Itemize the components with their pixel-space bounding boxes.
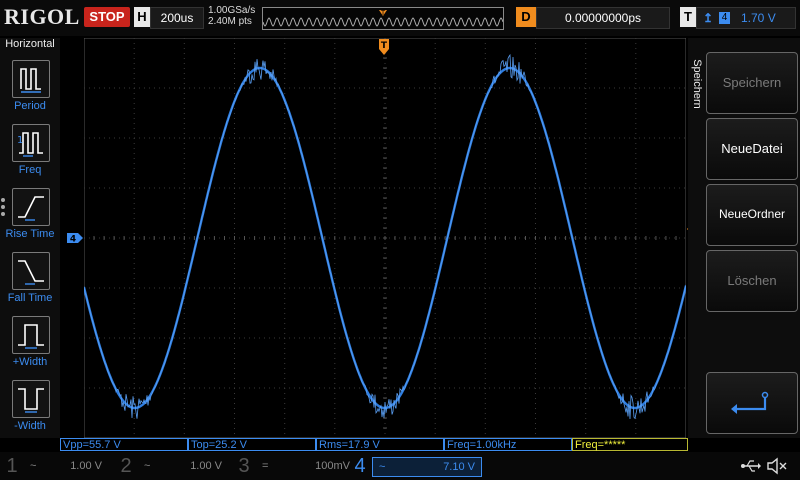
new-file-button-label: NeueDatei [721, 141, 783, 156]
sample-rate: 1.00GSa/s [208, 5, 256, 16]
measure-fall-time[interactable]: Fall Time [0, 252, 60, 314]
delay-badge: D [516, 7, 536, 27]
negative-width-icon [12, 380, 50, 418]
channel3-number: 3 [238, 455, 250, 477]
frequency-icon: 1 [12, 124, 50, 162]
measurement-bar: Vpp=55.7 V Top=25.2 V Rms=17.9 V Freq=1.… [60, 438, 688, 452]
frequency-label: Freq [18, 164, 42, 176]
channel4-offset-marker[interactable]: 4 [66, 232, 84, 244]
usb-icon [741, 460, 761, 472]
svg-text:4: 4 [70, 235, 76, 245]
measurement-freq-invalid[interactable]: Freq=***** [572, 438, 688, 451]
channel4-status[interactable]: 4 ~ 7.10 V [350, 455, 482, 477]
channel2-status[interactable]: 2 ~ 1.00 V [116, 455, 226, 477]
overview-wave: T [263, 9, 503, 27]
timebase-value[interactable]: 200us [150, 7, 204, 29]
new-folder-button[interactable]: NeueOrdner [706, 184, 798, 246]
trigger-settings[interactable]: ↥ 4 1.70 V [696, 7, 796, 29]
delay-value[interactable]: 0.00000000ps [536, 7, 670, 29]
measure-positive-width[interactable]: +Width [0, 316, 60, 378]
delete-button[interactable]: Löschen [706, 250, 798, 312]
timebase-badge: H [134, 7, 150, 27]
trigger-source: 4 [719, 12, 730, 24]
trigger-position-marker[interactable]: T [378, 38, 390, 56]
channel2-scale: 1.00 V [190, 460, 222, 472]
positive-width-label: +Width [12, 356, 48, 368]
channel-bar: 1 ~ 1.00 V 2 ~ 1.00 V 3 = 100mV 4 ~ 7.10… [0, 452, 800, 480]
channel3-coupling: = [262, 460, 269, 472]
channel1-coupling: ~ [30, 460, 37, 472]
save-menu: Speichern Speichern NeueDatei NeueOrdner… [688, 38, 800, 438]
channel3-status[interactable]: 3 = 100mV [234, 455, 350, 477]
channel1-number: 1 [6, 455, 18, 477]
measurement-vpp[interactable]: Vpp=55.7 V [60, 438, 188, 451]
fall-time-icon [12, 252, 50, 290]
period-icon [12, 60, 50, 98]
waveform-display[interactable] [84, 38, 686, 438]
measure-negative-width[interactable]: -Width [0, 380, 60, 442]
trigger-level: 1.70 V [741, 11, 776, 25]
measure-rise-time[interactable]: Rise Time [0, 188, 60, 250]
measure-frequency[interactable]: 1 Freq [0, 124, 60, 186]
new-file-button[interactable]: NeueDatei [706, 118, 798, 180]
channel4-coupling: ~ [379, 461, 386, 473]
menu-title: Horizontal [5, 38, 55, 50]
positive-width-icon [12, 316, 50, 354]
save-button-label: Speichern [722, 75, 782, 90]
measurement-freq[interactable]: Freq=1.00kHz [444, 438, 572, 451]
rise-time-label: Rise Time [5, 228, 55, 240]
enter-icon [731, 391, 769, 414]
channel4-number: 4 [354, 455, 366, 477]
run-stop-status[interactable]: STOP [84, 7, 130, 27]
channel1-status[interactable]: 1 ~ 1.00 V [2, 455, 112, 477]
rigol-logo: RIGOL [4, 4, 80, 29]
delete-button-label: Löschen [727, 273, 777, 288]
measurement-rms[interactable]: Rms=17.9 V [316, 438, 444, 451]
speaker-muted-icon[interactable] [766, 456, 788, 476]
new-folder-button-label: NeueOrdner [718, 207, 786, 221]
overview-trigger-marker: T [380, 9, 386, 17]
right-menu-title: Speichern [691, 59, 703, 109]
memory-depth: 2.40M pts [208, 16, 252, 27]
period-label: Period [14, 100, 46, 112]
waveform-overview: T [262, 7, 504, 30]
channel2-number: 2 [120, 455, 132, 477]
channel4-scale: 7.10 V [443, 461, 475, 473]
measure-menu: Horizontal Period 1 Freq Rise Time Fall … [0, 38, 60, 438]
rise-time-icon [12, 188, 50, 226]
channel2-coupling: ~ [144, 460, 151, 472]
acquisition-info: 1.00GSa/s 2.40M pts [208, 5, 255, 27]
channel1-scale: 1.00 V [70, 460, 102, 472]
measure-period[interactable]: Period [0, 60, 60, 122]
rising-edge-icon: ↥ [703, 11, 714, 25]
negative-width-label: -Width [14, 420, 46, 432]
save-button[interactable]: Speichern [706, 52, 798, 114]
measurement-top[interactable]: Top=25.2 V [188, 438, 316, 451]
menu-page-indicator [1, 195, 7, 231]
enter-button[interactable] [706, 372, 798, 434]
fall-time-label: Fall Time [7, 292, 53, 304]
svg-text:1: 1 [17, 135, 23, 146]
trigger-badge: T [680, 7, 696, 27]
svg-text:T: T [381, 41, 388, 51]
channel3-scale: 100mV [315, 460, 350, 472]
